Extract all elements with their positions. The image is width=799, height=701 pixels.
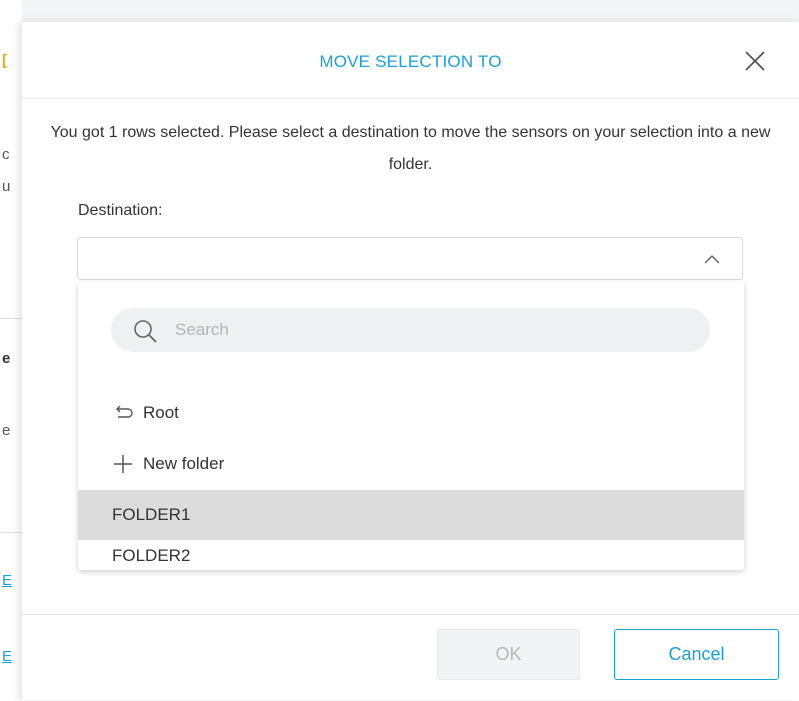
destination-select[interactable] — [77, 237, 743, 280]
dropdown-item-folder2[interactable]: FOLDER2 — [78, 542, 744, 570]
dialog-description: You got 1 rows selected. Please select a… — [50, 124, 771, 173]
dropdown-item-new-folder[interactable]: New folder — [78, 439, 744, 489]
plus-icon — [114, 455, 132, 473]
background-link-fragment[interactable]: E — [2, 572, 20, 589]
background-divider — [0, 318, 22, 319]
move-selection-dialog: MOVE SELECTION TO You got 1 rows selecte… — [22, 22, 799, 700]
dropdown-item-label: FOLDER1 — [112, 505, 191, 524]
dropdown-item-root[interactable]: Root — [78, 388, 744, 438]
search-field — [111, 308, 710, 352]
background-fragment: [ — [2, 52, 7, 69]
dropdown-item-folder1[interactable]: FOLDER1 — [78, 490, 744, 540]
background-divider — [0, 532, 22, 533]
dropdown-item-label: New folder — [143, 454, 225, 473]
dropdown-item-label: Root — [143, 403, 179, 422]
chevron-up-icon — [704, 254, 720, 264]
destination-label: Destination: — [78, 202, 163, 219]
destination-dropdown: Root New folder FOLDER1 FOLDER2 — [78, 282, 744, 570]
undo-arrow-icon — [116, 405, 133, 418]
close-icon — [745, 51, 765, 71]
background-link-fragment[interactable]: E — [2, 648, 20, 665]
dialog-header: MOVE SELECTION TO — [22, 22, 799, 99]
background-fragment: u — [2, 178, 11, 195]
background-fragment: e — [2, 350, 11, 367]
search-input[interactable] — [175, 308, 695, 352]
ok-button[interactable]: OK — [437, 629, 580, 680]
dialog-footer: OK Cancel — [22, 614, 799, 701]
dropdown-item-label: FOLDER2 — [112, 546, 191, 565]
background-fragment: e — [2, 422, 11, 439]
close-button[interactable] — [741, 47, 769, 75]
background-fragment: c — [2, 146, 10, 163]
cancel-button[interactable]: Cancel — [614, 629, 779, 680]
background-left-strip: [ c u e e E E — [0, 0, 22, 700]
dialog-title: MOVE SELECTION TO — [319, 52, 502, 71]
search-icon — [134, 320, 157, 343]
